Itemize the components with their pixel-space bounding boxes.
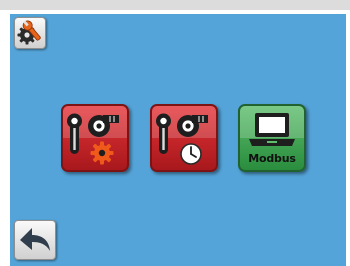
wrench-gear-icon (17, 20, 41, 45)
clock-icon (180, 143, 202, 165)
back-button[interactable] (14, 220, 56, 260)
back-arrow-icon (20, 228, 50, 251)
settings-button[interactable] (14, 17, 46, 49)
pump-icon (88, 115, 119, 137)
modbus-tile[interactable]: Modbus (238, 104, 306, 172)
modbus-label: Modbus (248, 152, 296, 165)
pump-settings-tile[interactable] (61, 104, 129, 172)
top-bar (0, 0, 350, 10)
pump-settings-graphic (67, 113, 119, 165)
pump-schedule-tile[interactable] (150, 104, 218, 172)
pump-icon (177, 115, 208, 137)
screen: Modbus (0, 0, 350, 266)
gear-icon (90, 141, 114, 165)
sensor-icon (156, 113, 171, 154)
sensor-icon (67, 113, 82, 154)
pump-schedule-graphic (156, 113, 208, 165)
